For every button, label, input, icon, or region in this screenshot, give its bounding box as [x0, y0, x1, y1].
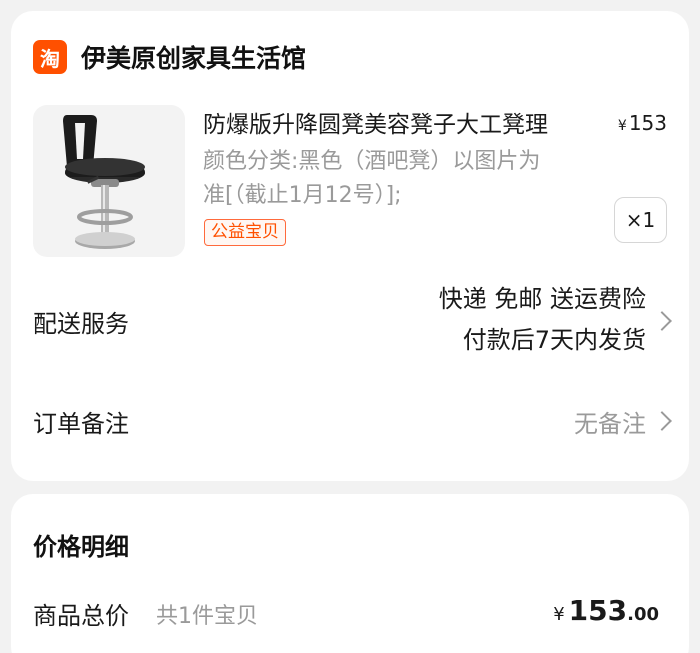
- chevron-right-icon[interactable]: [652, 411, 672, 431]
- product-image[interactable]: [33, 105, 185, 257]
- product-price: ¥153: [618, 111, 667, 135]
- total-currency: ¥: [553, 604, 565, 625]
- total-integer: 153: [568, 594, 628, 627]
- price-currency: ¥: [617, 118, 627, 134]
- remark-label: 订单备注: [33, 410, 129, 438]
- taobao-logo-icon: 淘: [33, 40, 67, 74]
- price-detail-title: 价格明细: [33, 533, 129, 561]
- remark-value[interactable]: 无备注: [574, 404, 646, 439]
- delivery-time: 付款后7天内发货: [462, 326, 646, 354]
- item-count: 共1件宝贝: [156, 604, 258, 629]
- shop-header[interactable]: 淘 伊美原创家具生活馆: [33, 40, 306, 74]
- total-decimal: .00: [627, 604, 659, 625]
- bar-stool-icon: [63, 115, 145, 249]
- delivery-info[interactable]: 快递 免邮 送运费险 付款后7天内发货: [439, 279, 646, 361]
- delivery-method: 快递 免邮 送运费险: [438, 285, 646, 313]
- chevron-right-icon[interactable]: [652, 311, 672, 331]
- order-card: 淘 伊美原创家具生活馆 防爆版升降圆凳美容凳子大工凳理 ¥153 颜色分类:黑色…: [11, 11, 689, 481]
- delivery-label: 配送服务: [33, 310, 129, 338]
- charity-badge: 公益宝贝: [204, 219, 286, 246]
- quantity-stepper[interactable]: ×1: [614, 197, 667, 243]
- sku-line-1: 颜色分类:黑色（酒吧凳）以图片为: [203, 149, 541, 174]
- shop-name[interactable]: 伊美原创家具生活馆: [81, 39, 306, 75]
- price-value: 153: [628, 111, 667, 135]
- product-title[interactable]: 防爆版升降圆凳美容凳子大工凳理: [203, 108, 603, 142]
- goods-total-label: 商品总价: [33, 602, 129, 630]
- sku-line-2: 准[（截止1月12号）];: [203, 183, 402, 208]
- goods-total-amount: ¥153.00: [553, 594, 659, 627]
- product-sku: 颜色分类:黑色（酒吧凳）以图片为 准[（截止1月12号）];: [203, 145, 603, 213]
- price-detail-card: 价格明细 商品总价 共1件宝贝 ¥153.00: [11, 494, 689, 653]
